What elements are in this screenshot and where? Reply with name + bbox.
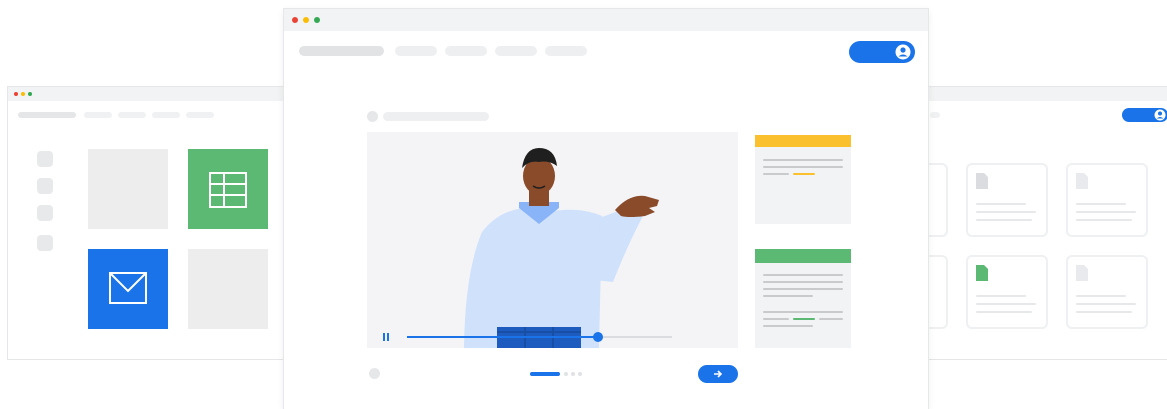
main-logo-placeholder	[299, 46, 384, 56]
left-nav-placeholder-4[interactable]	[186, 112, 214, 118]
main-nav-item-2[interactable]	[445, 46, 487, 56]
left-nav-placeholder-3[interactable]	[152, 112, 180, 118]
right-account-button[interactable]	[1122, 108, 1167, 122]
presenter-avatar-placeholder	[367, 111, 378, 122]
left-window-titlebar	[8, 87, 298, 101]
main-nav-item-1[interactable]	[395, 46, 437, 56]
placeholder-tile-1[interactable]	[88, 149, 168, 229]
document-icon	[1076, 173, 1088, 189]
video-progress-handle[interactable]	[593, 332, 603, 342]
left-sidebar-icon-2[interactable]	[37, 178, 53, 194]
presenter-illustration	[464, 148, 659, 348]
main-nav-item-3[interactable]	[495, 46, 537, 56]
right-app-window	[866, 86, 1167, 360]
carousel-dot-active[interactable]	[530, 372, 560, 376]
mail-tile[interactable]	[88, 249, 168, 329]
arrow-right-icon	[714, 370, 723, 378]
carousel-dot-4[interactable]	[578, 372, 582, 376]
right-nav-placeholder[interactable]	[930, 112, 940, 118]
sheets-tile[interactable]	[188, 149, 268, 229]
account-circle-icon	[1154, 109, 1166, 121]
main-nav-item-4[interactable]	[545, 46, 587, 56]
maximize-dot[interactable]	[314, 17, 320, 23]
close-dot[interactable]	[292, 17, 298, 23]
doc-card-1[interactable]	[966, 163, 1048, 237]
right-window-titlebar	[906, 87, 1167, 101]
left-nav-placeholder-1[interactable]	[84, 112, 112, 118]
left-app-window	[7, 86, 299, 360]
video-player[interactable]	[367, 132, 738, 348]
envelope-icon	[109, 272, 147, 304]
account-circle-icon	[895, 44, 911, 60]
spreadsheet-grid-icon	[209, 172, 247, 208]
carousel-dot-3[interactable]	[571, 372, 575, 376]
notes-card-green[interactable]	[755, 249, 851, 348]
left-sidebar-icon-3[interactable]	[37, 205, 53, 221]
document-icon	[976, 265, 988, 281]
carousel-dot-2[interactable]	[564, 372, 568, 376]
left-sidebar-icon-4[interactable]	[37, 235, 53, 251]
main-app-window	[284, 9, 928, 409]
document-icon	[1076, 265, 1088, 281]
video-title-placeholder	[383, 112, 489, 121]
main-window-titlebar	[284, 9, 928, 31]
notes-card-yellow[interactable]	[755, 135, 851, 224]
left-nav-placeholder-2[interactable]	[118, 112, 146, 118]
pause-icon[interactable]	[382, 333, 390, 341]
minimize-dot[interactable]	[21, 92, 25, 96]
back-button-placeholder[interactable]	[369, 368, 380, 379]
left-sidebar-icon-1[interactable]	[37, 151, 53, 167]
maximize-dot[interactable]	[28, 92, 32, 96]
doc-card-2[interactable]	[1066, 163, 1148, 237]
close-dot[interactable]	[14, 92, 18, 96]
minimize-dot[interactable]	[303, 17, 309, 23]
document-icon	[976, 173, 988, 189]
placeholder-tile-2[interactable]	[188, 249, 268, 329]
doc-card-4[interactable]	[1066, 255, 1148, 329]
next-button[interactable]	[698, 365, 738, 383]
video-progress-fill	[407, 336, 598, 338]
notes-card-green-header	[755, 249, 851, 263]
notes-card-yellow-header	[755, 135, 851, 147]
video-progress-track[interactable]	[407, 332, 672, 342]
doc-card-3[interactable]	[966, 255, 1048, 329]
main-account-button[interactable]	[849, 41, 915, 63]
carousel-indicator	[530, 371, 590, 377]
left-logo-placeholder	[18, 112, 76, 118]
